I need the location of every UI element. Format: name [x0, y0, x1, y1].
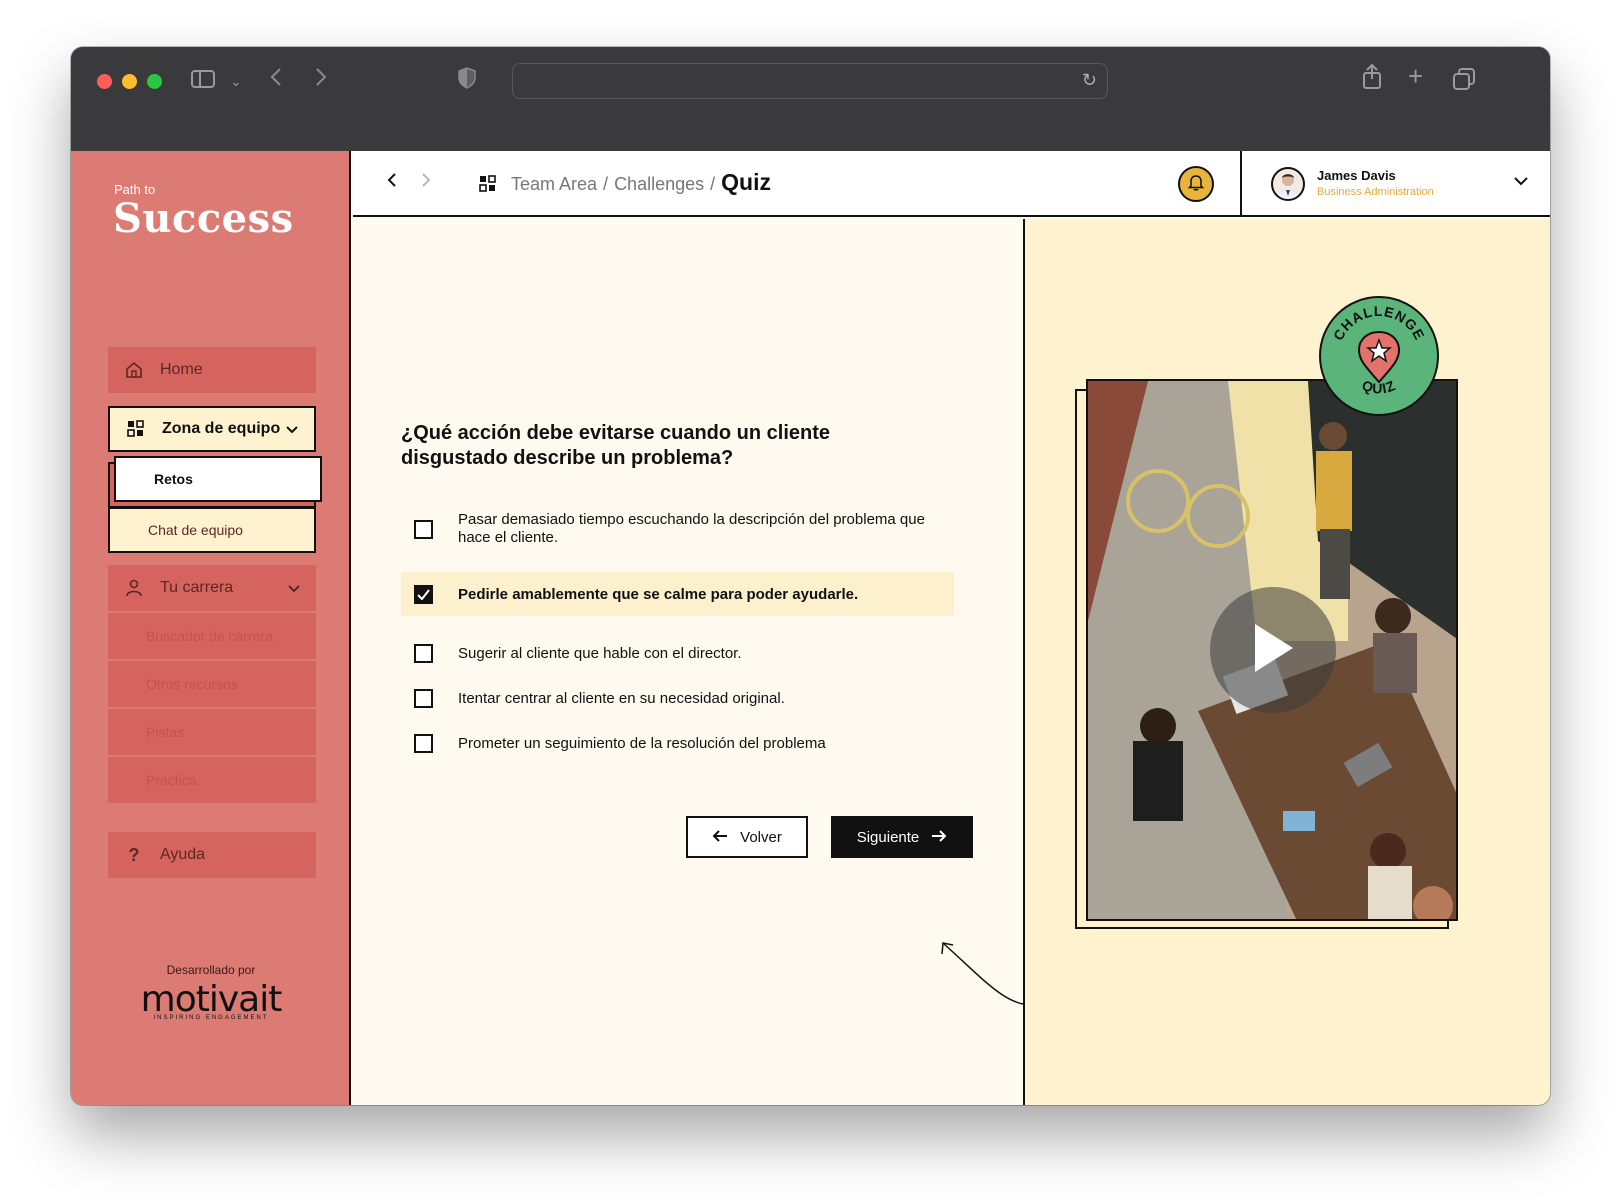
user-name: James Davis	[1317, 168, 1396, 183]
sidebar-item-home[interactable]: Home	[108, 347, 316, 393]
browser-back-icon[interactable]	[270, 67, 282, 91]
sidebar-item-label: Ayuda	[160, 846, 206, 863]
sidebar-item-help[interactable]: ? Ayuda	[108, 832, 316, 878]
next-button[interactable]: Siguiente	[831, 816, 973, 858]
quiz-option-selected[interactable]: Pedirle amablemente que se calme para po…	[401, 572, 954, 616]
badge-artwork: CHALLENGE QUIZ	[1330, 303, 1427, 397]
sidebar-subitem-career-finder[interactable]: Buscador de carrera	[108, 613, 316, 659]
chevron-down-icon[interactable]: ⌄	[230, 71, 242, 91]
play-button[interactable]	[1210, 587, 1336, 713]
shield-icon[interactable]	[458, 67, 476, 93]
sidebar-subitem-practice[interactable]: Practica	[108, 757, 316, 803]
quiz-panel: ¿Qué acción debe evitarse cuando un clie…	[353, 219, 1127, 1105]
home-icon	[122, 361, 146, 379]
minimize-window-button[interactable]	[122, 74, 137, 89]
page-title: Quiz	[721, 169, 771, 195]
tabs-overview-icon[interactable]	[1452, 67, 1476, 95]
sidebar-item-team-zone[interactable]: Zona de equipo	[108, 406, 316, 452]
quiz-option[interactable]: Sugerir al cliente que hable con el dire…	[401, 641, 954, 665]
sidebar: Path to Success Home Zona de equipo Reto…	[71, 151, 351, 1105]
back-button-label: Volver	[740, 828, 782, 846]
share-icon[interactable]	[1362, 63, 1382, 94]
sidebar-subitem-team-chat[interactable]: Chat de equipo	[108, 507, 316, 553]
checkbox-checked[interactable]	[414, 584, 433, 604]
person-icon	[122, 579, 146, 597]
play-icon	[1251, 622, 1295, 679]
arrow-left-icon	[712, 829, 728, 846]
quiz-option-text: Sugerir al cliente que hable con el dire…	[458, 644, 742, 662]
sidebar-subitem-hints[interactable]: Pistas	[108, 709, 316, 755]
quiz-option-text: Pasar demasiado tiempo escuchando la des…	[458, 511, 925, 546]
browser-window: ⌄ ↻ + Path to Success Home Zona de equip…	[71, 47, 1550, 1105]
browser-toolbar: ⌄ ↻ +	[71, 47, 1550, 151]
media-panel: CHALLENGE QUIZ	[1023, 219, 1550, 1105]
reload-icon[interactable]: ↻	[1082, 70, 1097, 91]
motivait-logo: motivait	[140, 979, 283, 1020]
checkbox[interactable]	[414, 688, 433, 708]
sidebar-item-career[interactable]: Tu carrera	[108, 565, 316, 611]
quiz-option[interactable]: Pasar demasiado tiempo escuchando la des…	[401, 509, 954, 549]
chevron-down-icon[interactable]	[1514, 173, 1528, 189]
sidebar-item-label: Home	[160, 361, 203, 378]
new-tab-icon[interactable]: +	[1408, 63, 1423, 89]
quiz-option-text: Itentar centrar al cliente en su necesid…	[458, 689, 785, 707]
quiz-option[interactable]: Prometer un seguimiento de la resolución…	[401, 731, 954, 755]
maximize-window-button[interactable]	[147, 74, 162, 89]
notifications-button[interactable]	[1178, 166, 1214, 202]
back-arrow-icon[interactable]	[387, 171, 397, 194]
breadcrumb-separator: /	[603, 174, 609, 194]
grid-icon	[479, 175, 497, 198]
sidebar-item-label: Tu carrera	[160, 579, 234, 596]
developed-by-label: Desarrollado por	[166, 963, 256, 977]
browser-forward-icon[interactable]	[315, 67, 327, 91]
avatar[interactable]	[1271, 167, 1305, 201]
breadcrumb-separator: /	[710, 174, 716, 194]
checkbox[interactable]	[414, 733, 433, 753]
breadcrumb-challenges[interactable]: Challenges	[614, 174, 704, 195]
grid-icon	[124, 420, 148, 438]
back-button[interactable]: Volver	[686, 816, 808, 858]
checkbox[interactable]	[414, 643, 433, 663]
app-root: Path to Success Home Zona de equipo Reto…	[71, 151, 1550, 1105]
user-role: Business Administration	[1317, 186, 1434, 198]
sidebar-subitem-other-resources[interactable]: Otros recursos	[108, 661, 316, 707]
window-controls	[97, 74, 162, 89]
breadcrumb-team-area[interactable]: Team Area	[511, 174, 597, 195]
address-bar[interactable]: ↻	[512, 63, 1108, 99]
quiz-option-text: Prometer un seguimiento de la resolución…	[458, 734, 826, 752]
chevron-down-icon	[286, 421, 298, 437]
next-button-label: Siguiente	[856, 828, 920, 846]
close-window-button[interactable]	[97, 74, 112, 89]
quiz-option-text: Pedirle amablemente que se calme para po…	[458, 585, 859, 603]
quiz-option[interactable]: Itentar centrar al cliente en su necesid…	[401, 686, 954, 710]
divider	[1240, 151, 1242, 217]
chevron-down-icon	[288, 580, 300, 596]
bell-icon	[1187, 173, 1205, 196]
forward-arrow-icon[interactable]	[421, 171, 431, 194]
top-bar: Team Area / Challenges / Quiz James Davi…	[353, 151, 1550, 217]
checkbox[interactable]	[414, 519, 433, 539]
breadcrumb: Team Area / Challenges / Quiz	[511, 169, 771, 196]
challenge-quiz-badge: CHALLENGE QUIZ	[1319, 296, 1439, 416]
arrow-right-icon	[931, 829, 947, 846]
brand-logo: Success	[113, 195, 294, 242]
sidebar-item-label: Zona de equipo	[162, 420, 281, 437]
sidebar-toggle-icon[interactable]	[191, 69, 215, 93]
quiz-question: ¿Qué acción debe evitarse cuando un clie…	[401, 422, 831, 469]
sidebar-subitem-retos[interactable]: Retos	[114, 456, 322, 502]
motivait-tagline: INSPIRING ENGAGEMENT	[153, 1015, 269, 1021]
question-icon: ?	[128, 844, 140, 865]
video-thumbnail[interactable]	[1086, 379, 1458, 921]
